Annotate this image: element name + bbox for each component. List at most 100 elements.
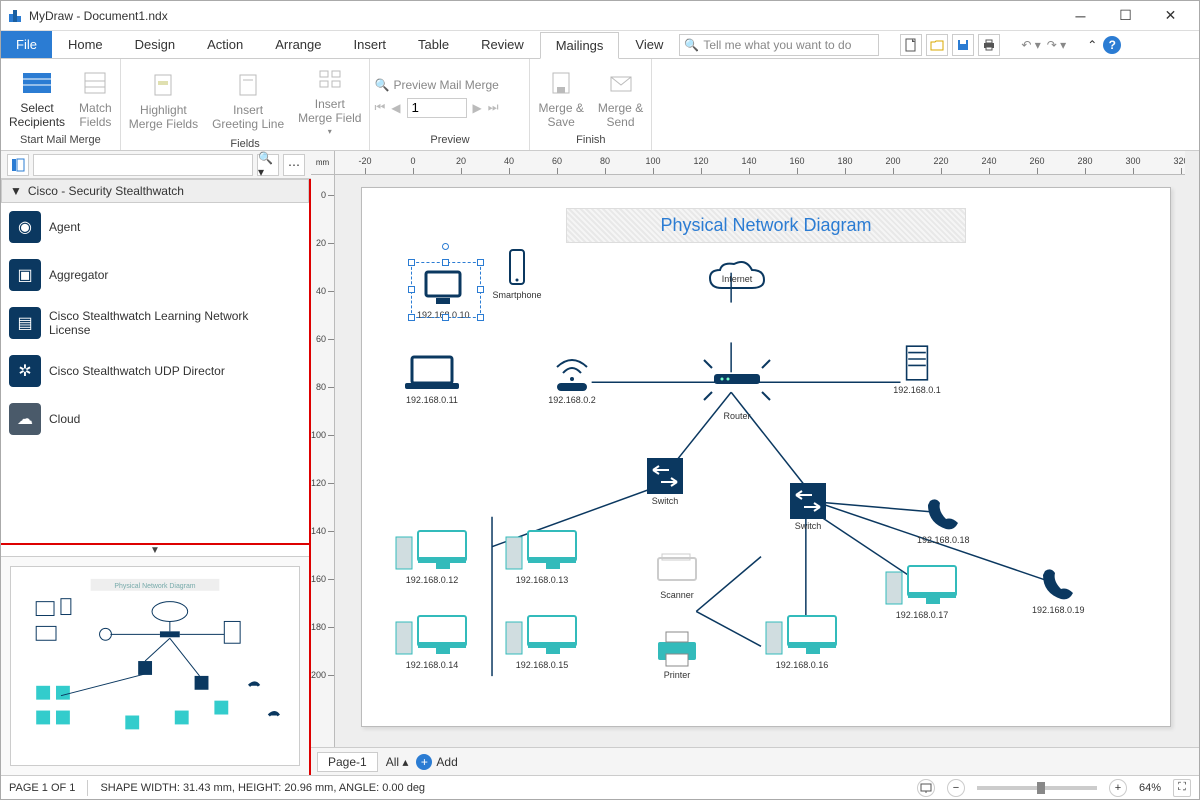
node-laptop[interactable]: 192.168.0.11 bbox=[397, 353, 467, 405]
maximize-button[interactable]: ☐ bbox=[1103, 1, 1148, 31]
director-icon: ✲ bbox=[9, 355, 41, 387]
node-printer[interactable]: Printer bbox=[652, 628, 702, 680]
next-record-button[interactable]: ▶ bbox=[473, 101, 482, 115]
status-page: PAGE 1 OF 1 bbox=[9, 782, 75, 794]
shape-list[interactable]: ◉ Agent ▣ Aggregator ▤ Cisco Stealthwatc… bbox=[1, 203, 309, 543]
license-icon: ▤ bbox=[9, 307, 41, 339]
overview-panel[interactable]: Physical Network Diagram bbox=[1, 556, 309, 775]
tab-review[interactable]: Review bbox=[465, 31, 540, 58]
minimize-button[interactable]: ─ bbox=[1058, 1, 1103, 31]
last-record-button[interactable]: ⏭ bbox=[488, 100, 499, 115]
shape-search-button[interactable]: 🔍▾ bbox=[257, 154, 279, 176]
collapse-ribbon-icon[interactable]: ⌃ bbox=[1087, 38, 1097, 52]
window-title: MyDraw - Document1.ndx bbox=[29, 9, 1058, 23]
insert-merge-field-button: Insert Merge Field ▾ bbox=[294, 61, 365, 138]
undo-button[interactable]: ↶ ▾ bbox=[1021, 38, 1040, 52]
desktop-icon bbox=[882, 558, 962, 608]
phone-icon bbox=[918, 493, 968, 533]
node-switch1[interactable]: Switch bbox=[647, 458, 683, 506]
page-tabs: Page-1 All ▴ + Add bbox=[311, 747, 1199, 775]
tab-design[interactable]: Design bbox=[119, 31, 191, 58]
prev-record-button[interactable]: ◀ bbox=[391, 101, 400, 115]
close-button[interactable]: ✕ bbox=[1148, 1, 1193, 31]
shape-options-button[interactable]: ⋯ bbox=[283, 154, 305, 176]
zoom-slider[interactable] bbox=[977, 786, 1097, 790]
tab-mailings[interactable]: Mailings bbox=[540, 32, 620, 59]
zoom-out-button[interactable]: − bbox=[947, 779, 965, 797]
tab-home[interactable]: Home bbox=[52, 31, 119, 58]
shape-item-learning-license[interactable]: ▤ Cisco Stealthwatch Learning Network Li… bbox=[1, 299, 309, 347]
node-selected-pc[interactable]: 192.168.0.10 bbox=[417, 268, 470, 320]
drawing-page[interactable]: Physical Network Diagram bbox=[361, 187, 1171, 727]
zoom-in-button[interactable]: + bbox=[1109, 779, 1127, 797]
merge-save-icon bbox=[545, 67, 577, 99]
redo-button[interactable]: ↷ ▾ bbox=[1047, 38, 1066, 52]
shape-item-cloud[interactable]: ☁ Cloud bbox=[1, 395, 309, 443]
tab-insert[interactable]: Insert bbox=[338, 31, 403, 58]
diagram-title[interactable]: Physical Network Diagram bbox=[566, 208, 966, 243]
status-shape: SHAPE WIDTH: 31.43 mm, HEIGHT: 20.96 mm,… bbox=[100, 782, 425, 794]
shape-item-aggregator[interactable]: ▣ Aggregator bbox=[1, 251, 309, 299]
open-button[interactable] bbox=[926, 34, 948, 56]
shape-item-agent[interactable]: ◉ Agent bbox=[1, 203, 309, 251]
save-button[interactable] bbox=[952, 34, 974, 56]
node-wifi[interactable]: 192.168.0.2 bbox=[547, 353, 597, 405]
node-router[interactable]: Router bbox=[702, 363, 772, 421]
ruler-unit: mm bbox=[311, 151, 335, 175]
print-button[interactable] bbox=[978, 34, 1000, 56]
merge-send-icon bbox=[605, 67, 637, 99]
tab-table[interactable]: Table bbox=[402, 31, 465, 58]
panel-divider[interactable]: ▼ bbox=[1, 543, 309, 556]
search-icon: 🔍 bbox=[684, 38, 699, 52]
merge-save-button: Merge & Save bbox=[534, 65, 587, 131]
shape-library-header[interactable]: ▼ Cisco - Security Stealthwatch bbox=[1, 179, 309, 203]
node-phone18[interactable]: 192.168.0.18 bbox=[917, 493, 970, 545]
node-server[interactable]: 192.168.0.1 bbox=[892, 343, 942, 395]
router-icon bbox=[702, 363, 772, 403]
node-smartphone[interactable]: Smartphone bbox=[492, 248, 542, 300]
node-internet[interactable]: Internet bbox=[702, 258, 772, 310]
node-pc17[interactable]: 192.168.0.17 bbox=[882, 558, 962, 620]
library-panel-toggle[interactable] bbox=[7, 154, 29, 176]
new-button[interactable] bbox=[900, 34, 922, 56]
all-pages-button[interactable]: All ▴ bbox=[386, 755, 409, 769]
file-tab[interactable]: File bbox=[1, 31, 52, 58]
aggregator-icon: ▣ bbox=[9, 259, 41, 291]
select-recipients-button[interactable]: Select Recipients bbox=[5, 65, 69, 131]
node-pc14[interactable]: 192.168.0.14 bbox=[392, 608, 472, 670]
switch-icon bbox=[647, 458, 683, 494]
node-pc12[interactable]: 192.168.0.12 bbox=[392, 523, 472, 585]
scanner-icon bbox=[652, 548, 702, 588]
page-tab-1[interactable]: Page-1 bbox=[317, 752, 378, 772]
shape-item-udp-director[interactable]: ✲ Cisco Stealthwatch UDP Director bbox=[1, 347, 309, 395]
presentation-mode-button[interactable] bbox=[917, 779, 935, 797]
wifi-icon bbox=[547, 353, 597, 393]
record-input[interactable] bbox=[407, 98, 467, 118]
tab-view[interactable]: View bbox=[619, 31, 679, 58]
tab-arrange[interactable]: Arrange bbox=[259, 31, 337, 58]
tell-me-search[interactable]: 🔍 Tell me what you want to do bbox=[679, 34, 879, 56]
node-phone19[interactable]: 192.168.0.19 bbox=[1032, 563, 1085, 615]
node-pc13[interactable]: 192.168.0.13 bbox=[502, 523, 582, 585]
help-button[interactable]: ? bbox=[1103, 36, 1121, 54]
merge-send-button: Merge & Send bbox=[594, 65, 647, 131]
node-pc16[interactable]: 192.168.0.16 bbox=[762, 608, 842, 670]
svg-text:Physical Network Diagram: Physical Network Diagram bbox=[114, 583, 195, 590]
shape-search-toolbar: 🔍▾ ⋯ bbox=[1, 151, 311, 179]
server-icon bbox=[892, 343, 942, 383]
shape-search-input[interactable] bbox=[33, 154, 253, 176]
smartphone-icon bbox=[492, 248, 542, 288]
node-scanner[interactable]: Scanner bbox=[652, 548, 702, 600]
first-record-button[interactable]: ⏮ bbox=[374, 100, 385, 115]
add-page-button[interactable]: + Add bbox=[416, 754, 457, 770]
tab-action[interactable]: Action bbox=[191, 31, 259, 58]
match-fields-button: Match Fields bbox=[75, 65, 116, 131]
desktop-icon bbox=[502, 608, 582, 658]
fit-page-button[interactable]: ⛶ bbox=[1173, 779, 1191, 797]
preview-icon: 🔍 bbox=[374, 78, 389, 92]
laptop-icon bbox=[397, 353, 467, 393]
printer-icon bbox=[652, 628, 702, 668]
merge-field-icon bbox=[314, 63, 346, 95]
node-pc15[interactable]: 192.168.0.15 bbox=[502, 608, 582, 670]
node-switch2[interactable]: Switch bbox=[790, 483, 826, 531]
